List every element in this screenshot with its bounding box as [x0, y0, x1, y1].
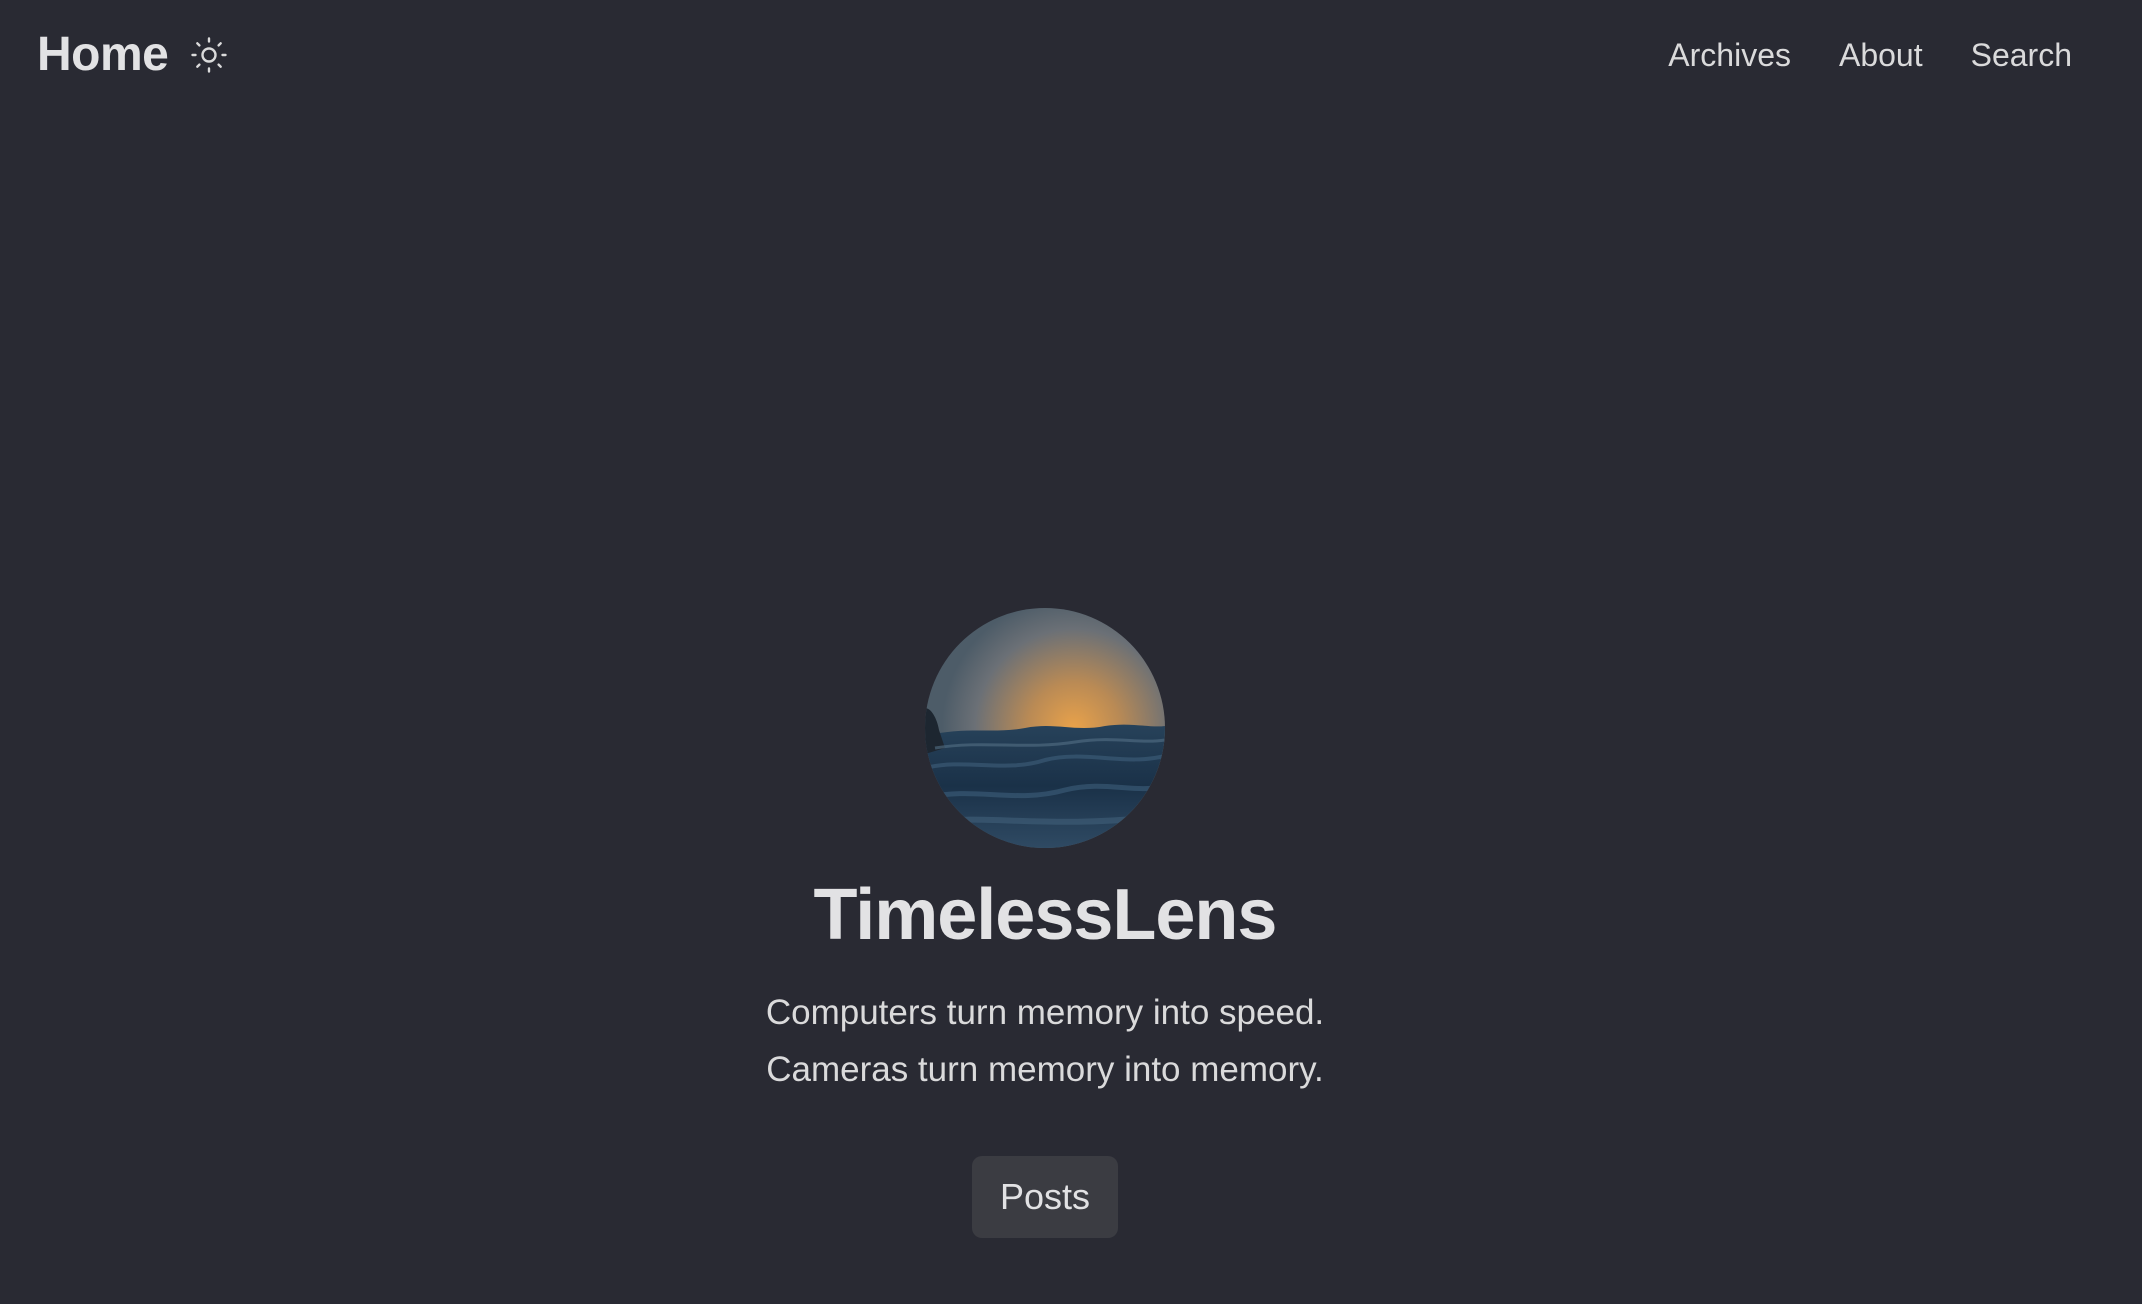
- avatar: [925, 608, 1165, 848]
- tagline: Computers turn memory into speed. Camera…: [766, 984, 1324, 1098]
- home-link[interactable]: Home: [37, 26, 169, 84]
- sun-icon[interactable]: [190, 36, 228, 74]
- main-nav: Archives About Search: [1620, 34, 2072, 76]
- nav-search-link[interactable]: Search: [1971, 34, 2072, 76]
- hero-section: TimelessLens Computers turn memory into …: [0, 608, 2090, 1238]
- nav-archives-link[interactable]: Archives: [1668, 34, 1791, 76]
- posts-button[interactable]: Posts: [971, 1156, 1119, 1238]
- tagline-line: Cameras turn memory into memory.: [766, 1050, 1324, 1089]
- tagline-line: Computers turn memory into speed.: [765, 993, 1325, 1032]
- site-title: TimelessLens: [813, 875, 1278, 955]
- site-header: Home Archives About Search: [0, 0, 2142, 110]
- page: Home Archives About Search TimelessLens …: [0, 0, 2142, 1304]
- nav-about-link[interactable]: About: [1839, 34, 1923, 76]
